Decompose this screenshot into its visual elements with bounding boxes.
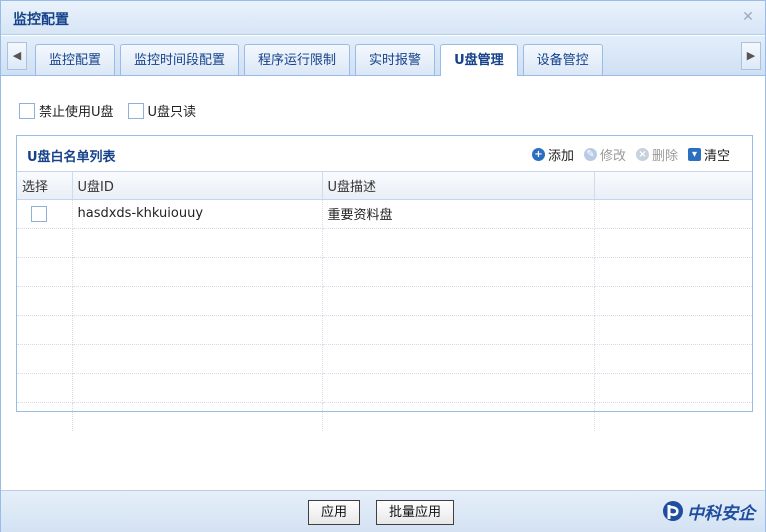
title-bar: 监控配置 ✕ [1, 1, 765, 35]
tab-program-limit[interactable]: 程序运行限制 [244, 44, 351, 75]
disable-usb-checkbox[interactable] [19, 102, 35, 119]
empty-row [17, 257, 752, 287]
tab-content: 禁止使用U盘 U盘只读 U盘白名单列表 + 添加 ✎ 修改 × 删除 ▾ 清空 … [1, 77, 765, 490]
footer-bar: 应用 批量应用 中科安企 [1, 490, 765, 532]
clear-icon: ▾ [687, 148, 701, 161]
edit-label: 修改 [599, 149, 626, 164]
empty-row [17, 315, 752, 345]
company-logo: 中科安企 [661, 496, 755, 526]
delete-label: 删除 [651, 149, 678, 164]
add-button[interactable]: + 添加 [531, 145, 574, 164]
tab-device-control[interactable]: 设备管控 [522, 44, 603, 75]
usb-options: 禁止使用U盘 U盘只读 [19, 101, 210, 120]
delete-button[interactable]: × 删除 [635, 145, 678, 164]
column-header-extra [594, 172, 752, 200]
extra-cell [594, 199, 752, 229]
usb-readonly-option[interactable]: U盘只读 [127, 101, 197, 120]
usb-readonly-label: U盘只读 [147, 105, 197, 120]
tab-realtime-alarm[interactable]: 实时报警 [355, 44, 436, 75]
panel-header: U盘白名单列表 + 添加 ✎ 修改 × 删除 ▾ 清空 [17, 136, 752, 172]
usb-readonly-checkbox[interactable] [127, 102, 144, 119]
empty-row [17, 228, 752, 258]
empty-row [17, 286, 752, 316]
column-header-description[interactable]: U盘描述 [322, 172, 595, 200]
add-icon: + [531, 148, 545, 161]
close-icon[interactable]: ✕ [739, 8, 757, 26]
row-checkbox[interactable] [31, 205, 47, 222]
usb-id-cell: hasdxds-khkuiouuy [72, 199, 323, 229]
whitelist-toolbar: + 添加 ✎ 修改 × 删除 ▾ 清空 [522, 145, 730, 164]
table-row[interactable]: hasdxds-khkuiouuy 重要资料盘 [17, 199, 752, 229]
window-title: 监控配置 [13, 12, 69, 28]
disable-usb-label: 禁止使用U盘 [39, 105, 114, 120]
row-select-cell[interactable] [17, 199, 73, 229]
edit-button[interactable]: ✎ 修改 [583, 145, 626, 164]
empty-row [17, 373, 752, 403]
empty-row [17, 402, 752, 431]
logo-text: 中科安企 [687, 503, 755, 524]
config-window: 监控配置 ✕ ◀ 监控配置 监控时间段配置 程序运行限制 实时报警 U盘管理 设… [0, 0, 766, 532]
table-header-row: 选择 U盘ID U盘描述 [17, 172, 752, 200]
tab-monitor-config[interactable]: 监控配置 [35, 44, 116, 75]
disable-usb-option[interactable]: 禁止使用U盘 [19, 101, 114, 120]
tab-bar: ◀ 监控配置 监控时间段配置 程序运行限制 实时报警 U盘管理 设备管控 ▶ [1, 36, 765, 76]
delete-icon: × [635, 148, 649, 161]
edit-icon: ✎ [583, 148, 597, 161]
column-header-usb-id[interactable]: U盘ID [72, 172, 323, 200]
whitelist-table: 选择 U盘ID U盘描述 hasdxds-khkuiouuy 重要资料盘 [17, 172, 752, 431]
apply-button[interactable]: 应用 [308, 500, 361, 525]
scroll-right-icon[interactable]: ▶ [741, 42, 761, 70]
tab-strip: 监控配置 监控时间段配置 程序运行限制 实时报警 U盘管理 设备管控 [35, 44, 608, 76]
batch-apply-button[interactable]: 批量应用 [376, 500, 455, 525]
logo-icon [663, 501, 683, 521]
add-label: 添加 [547, 149, 574, 164]
usb-whitelist-panel: U盘白名单列表 + 添加 ✎ 修改 × 删除 ▾ 清空 选择 U盘ID U盘描述… [16, 135, 753, 431]
tab-usb-management[interactable]: U盘管理 [440, 44, 518, 76]
tab-monitor-period[interactable]: 监控时间段配置 [120, 44, 240, 75]
description-cell: 重要资料盘 [322, 199, 595, 229]
scroll-left-icon[interactable]: ◀ [7, 42, 27, 70]
clear-label: 清空 [703, 149, 730, 164]
empty-row [17, 344, 752, 374]
clear-button[interactable]: ▾ 清空 [687, 145, 730, 164]
panel-title: U盘白名单列表 [27, 150, 116, 165]
column-header-select[interactable]: 选择 [17, 172, 73, 200]
